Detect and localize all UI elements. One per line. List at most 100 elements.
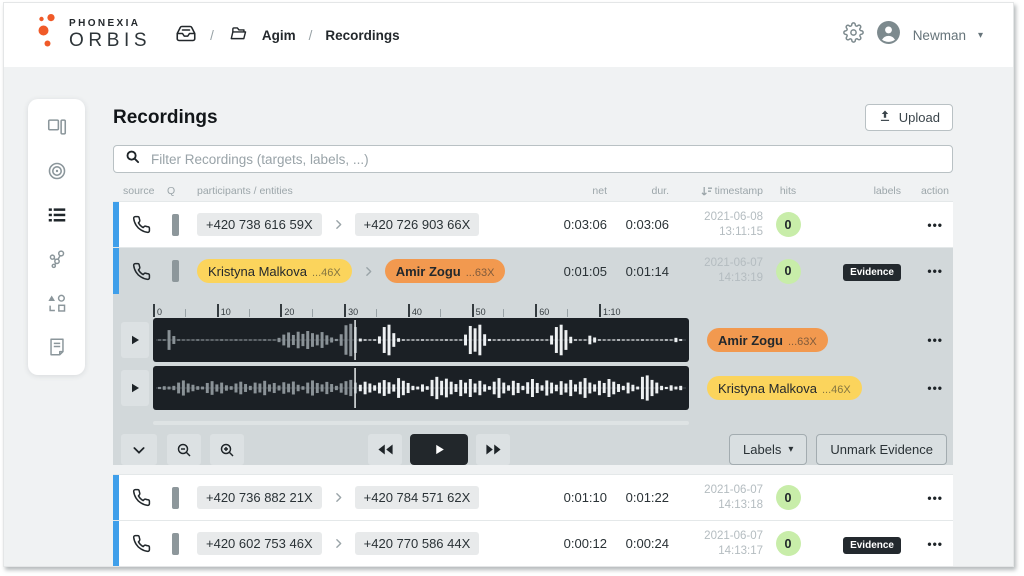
ruler-tick-label: 20 <box>284 307 294 317</box>
sort-descending-icon <box>701 186 713 197</box>
timestamp: 2021-06-0714:13:19 <box>669 256 763 286</box>
user-menu[interactable]: Newman <box>913 28 966 43</box>
caret-down-icon[interactable]: ▾ <box>978 30 983 41</box>
participant-number-chip[interactable]: +420 738 616 59X <box>197 213 322 236</box>
ruler-minor-tick <box>312 309 313 317</box>
sidebar-item-targets[interactable] <box>28 149 85 193</box>
track-actions-menu[interactable]: ••• <box>927 381 943 395</box>
speaker-label-pill[interactable]: Amir Zogu...63X <box>707 328 828 352</box>
user-avatar-icon[interactable] <box>876 20 901 50</box>
evidence-badge: Evidence <box>843 537 901 554</box>
skip-back-button[interactable] <box>368 434 402 465</box>
app-window: PHONEXIA ORBIS / Agim / Recordings <box>3 2 1014 567</box>
zoom-in-icon <box>219 442 235 458</box>
total-duration: 0:01:22 <box>607 490 669 505</box>
total-duration: 0:00:24 <box>607 536 669 551</box>
sidebar-item-recordings-list[interactable] <box>28 193 85 237</box>
breadcrumb: / Agim / Recordings <box>175 23 400 47</box>
brand-name-top: PHONEXIA <box>69 18 151 29</box>
folder-icon[interactable] <box>227 24 249 46</box>
upload-button[interactable]: Upload <box>865 104 953 131</box>
ruler-minor-tick <box>567 309 568 317</box>
net-duration: 0:00:12 <box>549 536 607 551</box>
ruler-minor-tick <box>440 309 441 317</box>
participant-name-pill[interactable]: Kristyna Malkova...46X <box>197 259 352 283</box>
timestamp: 2021-06-0714:13:17 <box>669 529 763 559</box>
play-button[interactable] <box>410 434 468 465</box>
chevron-right-icon <box>332 491 345 504</box>
ruler-major-tick <box>535 304 537 317</box>
unmark-evidence-button[interactable]: Unmark Evidence <box>816 434 947 465</box>
recording-row[interactable]: +420 602 753 46X +420 770 586 44X 0:00:12… <box>113 520 953 566</box>
participant-name-pill[interactable]: Amir Zogu...63X <box>385 259 506 283</box>
ruler-minor-tick <box>376 309 377 317</box>
sidebar-item-notes[interactable] <box>28 325 85 369</box>
source-phone-icon <box>119 488 163 507</box>
col-timestamp-sort[interactable]: timestamp <box>669 185 763 197</box>
phonexia-orbis-logo[interactable]: PHONEXIA ORBIS <box>36 14 151 57</box>
breadcrumb-page[interactable]: Recordings <box>325 28 399 43</box>
recording-row[interactable]: Kristyna Malkova...46XAmir Zogu...63X 0:… <box>113 248 953 294</box>
caret-down-icon: ▾ <box>788 444 793 455</box>
sidebar-item-entities[interactable] <box>28 281 85 325</box>
speaker-label-pill[interactable]: Kristyna Malkova...46X <box>707 376 862 400</box>
labels-cell: Evidence <box>813 262 901 280</box>
archive-inbox-icon[interactable] <box>175 23 197 47</box>
recording-row[interactable]: +420 738 616 59X+420 726 903 66X 0:03:06… <box>113 201 953 247</box>
participant-number-chip[interactable]: +420 602 753 46X <box>197 532 322 555</box>
search-icon <box>125 149 140 169</box>
col-dur: dur. <box>607 185 669 197</box>
zoom-out-button[interactable] <box>167 434 201 465</box>
participant-number-chip[interactable]: +420 784 571 62X <box>355 486 480 509</box>
track-play-button[interactable] <box>121 322 149 358</box>
collapse-player-button[interactable] <box>121 434 157 465</box>
settings-gear-icon[interactable] <box>843 22 864 48</box>
recording-row[interactable]: +420 736 882 21X+420 784 571 62X 0:01:10… <box>113 474 953 520</box>
track-actions-menu[interactable]: ••• <box>927 333 943 347</box>
ruler-major-tick <box>153 304 155 317</box>
waveform-canvas[interactable] <box>153 366 689 410</box>
breadcrumb-folder[interactable]: Agim <box>262 28 296 43</box>
chevron-right-icon <box>362 265 375 278</box>
row-actions-menu[interactable]: ••• <box>927 491 943 505</box>
chevron-down-icon <box>131 442 147 458</box>
col-participants: participants / entities <box>193 185 549 197</box>
expanded-recording-section: Kristyna Malkova...46XAmir Zogu...63X 0:… <box>113 247 953 465</box>
recording-row-partial[interactable] <box>113 566 953 567</box>
labels-dropdown-button[interactable]: Labels ▾ <box>729 434 807 465</box>
col-labels: labels <box>813 185 901 197</box>
col-source: source <box>119 185 163 197</box>
participant-number-chip[interactable]: +420 770 586 44X <box>355 532 480 555</box>
filter-bar <box>113 145 953 173</box>
ruler-tick-label: 1:10 <box>603 307 621 317</box>
source-phone-icon <box>119 262 163 281</box>
row-actions-menu[interactable]: ••• <box>927 218 943 232</box>
track-play-button[interactable] <box>121 370 149 406</box>
hits-count-badge: 0 <box>776 212 801 237</box>
participant-number-chip[interactable]: +420 736 882 21X <box>197 486 322 509</box>
filter-recordings-input[interactable] <box>151 152 941 167</box>
waveform-scrollbar[interactable] <box>153 421 689 425</box>
hits-count-badge: 0 <box>776 259 801 284</box>
ruler-major-tick <box>344 304 346 317</box>
waveform-canvas[interactable] <box>153 318 689 362</box>
zoom-in-button[interactable] <box>210 434 244 465</box>
row-actions-menu[interactable]: ••• <box>927 264 943 278</box>
skip-forward-button[interactable] <box>476 434 510 465</box>
chevron-right-icon <box>332 218 345 231</box>
waveform-track-row: Kristyna Malkova...46X ••• <box>113 366 953 410</box>
ruler-major-tick <box>472 304 474 317</box>
sidebar-item-link-analysis[interactable] <box>28 237 85 281</box>
ruler-tick-label: 0 <box>157 307 162 317</box>
ruler-major-tick <box>217 304 219 317</box>
chevron-right-icon <box>332 537 345 550</box>
source-phone-icon <box>119 534 163 553</box>
ruler-minor-tick <box>249 309 250 317</box>
participant-number-chip[interactable]: +420 726 903 66X <box>355 213 480 236</box>
main-content: Recordings Upload source Q p <box>113 67 953 567</box>
sidebar-item-dashboard[interactable] <box>28 105 85 149</box>
timestamp: 2021-06-0813:11:15 <box>669 210 763 240</box>
player-controls: Labels ▾ Unmark Evidence <box>121 434 947 465</box>
row-actions-menu[interactable]: ••• <box>927 537 943 551</box>
ruler-major-tick <box>280 304 282 317</box>
